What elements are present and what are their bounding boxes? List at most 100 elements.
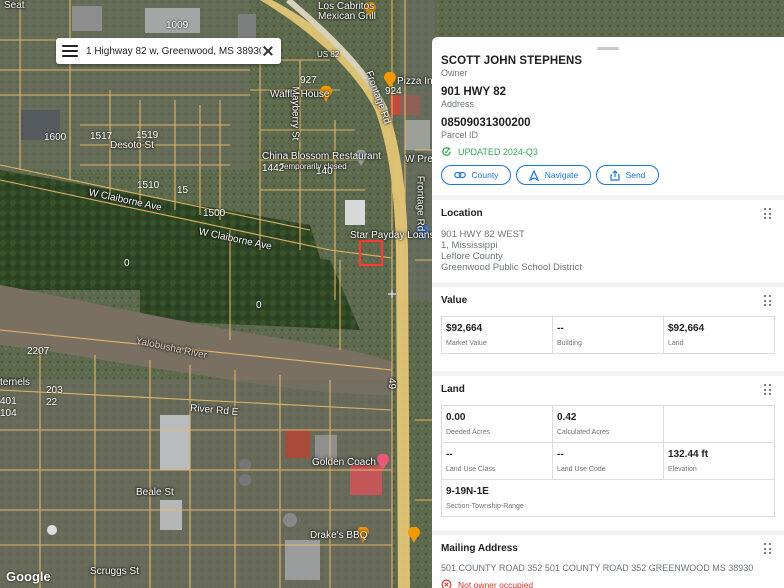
search-query[interactable]: 1 Highway 82 w, Greenwood, MS 38930 bbox=[86, 46, 261, 57]
action-buttons: County Navigate Send bbox=[441, 165, 775, 185]
building-value: -- bbox=[557, 323, 564, 334]
refresh-icon bbox=[442, 146, 451, 156]
value-title: Value bbox=[441, 295, 468, 306]
land-value-label: Land bbox=[668, 340, 684, 347]
value-cell: $92,664 Land bbox=[663, 316, 775, 354]
parcel-id: 08509031300200 bbox=[441, 117, 531, 129]
location-line: Leflore County bbox=[441, 251, 503, 262]
land-cell: 132.44 ft Elevation bbox=[663, 442, 775, 480]
land-cell: -- Land Use Code bbox=[552, 442, 664, 480]
parcel-number: 140 bbox=[316, 166, 333, 177]
google-logo: Google bbox=[6, 569, 51, 584]
parcel-number: 1517 bbox=[90, 131, 113, 142]
drag-handle-icon[interactable] bbox=[764, 543, 772, 555]
land-cell-empty bbox=[663, 405, 775, 443]
drag-handle-icon[interactable] bbox=[764, 384, 772, 396]
owner-name: SCOTT JOHN STEPHENS bbox=[441, 55, 583, 67]
map-label-scruggs-st: Scruggs St bbox=[90, 566, 139, 577]
map-label-us-82: US 82 bbox=[317, 50, 340, 59]
parcel-number: 203 bbox=[46, 385, 63, 396]
location-lines: 901 HWY 82 WEST 1, Mississippi Leflore C… bbox=[441, 229, 775, 273]
county-button[interactable]: County bbox=[441, 165, 511, 185]
address-label: Address bbox=[441, 99, 475, 109]
parcel-number: 927 bbox=[300, 75, 317, 86]
land-cell: 9-19N-1E Section-Township-Range bbox=[441, 479, 775, 517]
land-cell: 0.00 Deeded Acres bbox=[441, 405, 553, 443]
parcel-number: 1600 bbox=[44, 132, 67, 143]
map-label-star-payday: Star Payday Loans bbox=[350, 230, 435, 241]
mailing-address: 501 COUNTY ROAD 352 501 COUNTY ROAD 352 … bbox=[441, 563, 754, 573]
land-cell: 0.42 Calculated Acres bbox=[552, 405, 664, 443]
parcel-number: 0 bbox=[124, 258, 130, 269]
property-address: 901 HWY 82 bbox=[441, 86, 506, 98]
deeded-acres: 0.00 bbox=[446, 412, 466, 423]
restaurant-pin-icon[interactable] bbox=[408, 527, 420, 543]
map-label-temporarily-closed: Temporarily closed bbox=[280, 162, 347, 171]
parcel-id-label: Parcel ID bbox=[441, 130, 479, 140]
land-cell: -- Land Use Class bbox=[441, 442, 553, 480]
parcel-number: 401 bbox=[0, 396, 17, 407]
parcel-number: 0 bbox=[256, 300, 262, 311]
market-value-label: Market Value bbox=[446, 340, 487, 347]
parcel-number: 1510 bbox=[137, 180, 160, 191]
land-use-code-label: Land Use Code bbox=[557, 466, 606, 473]
navigate-button[interactable]: Navigate bbox=[516, 165, 591, 185]
location-line: 901 HWY 82 WEST bbox=[441, 229, 525, 240]
property-header: SCOTT JOHN STEPHENS Owner 901 HWY 82 Add… bbox=[432, 37, 784, 195]
search-bar[interactable]: 1 Highway 82 w, Greenwood, MS 38930 bbox=[56, 38, 281, 64]
map-label-mexican-grill: Mexican Grill bbox=[318, 11, 376, 22]
drag-handle-icon[interactable] bbox=[764, 295, 772, 307]
map-label-hwy-49: 49 bbox=[386, 377, 398, 390]
link-icon bbox=[453, 171, 466, 179]
map-label-ternels: ternels bbox=[0, 377, 31, 388]
not-allowed-icon bbox=[441, 579, 452, 588]
panel-drag-handle[interactable] bbox=[597, 47, 619, 50]
map-label-desoto: Desoto St bbox=[110, 140, 154, 151]
parcel-number: 2207 bbox=[27, 346, 50, 357]
parcel-number: 15 bbox=[177, 185, 189, 196]
land-use-code: -- bbox=[557, 449, 564, 460]
mailing-title: Mailing Address bbox=[441, 543, 518, 554]
parcel-number: 1442 bbox=[262, 163, 285, 174]
occupancy-text: Not owner occupied bbox=[458, 579, 534, 588]
mailing-section: Mailing Address 501 COUNTY ROAD 352 501 … bbox=[432, 535, 784, 588]
calculated-acres: 0.42 bbox=[557, 412, 577, 423]
land-section: Land 0.00 Deeded Acres 0.42 Calculated Acr… bbox=[432, 376, 784, 530]
map-label-frontage-rd-2: Frontage Rd bbox=[414, 175, 426, 232]
deeded-acres-label: Deeded Acres bbox=[446, 429, 490, 436]
property-panel[interactable]: SCOTT JOHN STEPHENS Owner 901 HWY 82 Add… bbox=[432, 37, 784, 588]
send-button[interactable]: Send bbox=[596, 165, 659, 185]
value-section: Value $92,664 Market Value -- Building $92… bbox=[432, 287, 784, 371]
location-section: Location 901 HWY 82 WEST 1, Mississippi … bbox=[432, 200, 784, 282]
drag-handle-icon[interactable] bbox=[764, 208, 772, 220]
shopping-pin-icon[interactable] bbox=[377, 454, 389, 470]
county-button-label: County bbox=[471, 170, 499, 180]
elevation-label: Elevation bbox=[668, 466, 697, 473]
map-label-mayberry: Mayberry St bbox=[289, 86, 301, 141]
map-label-beale-st: Beale St bbox=[136, 487, 174, 498]
share-icon bbox=[609, 169, 620, 181]
updated-text: UPDATED 2024-Q3 bbox=[458, 146, 538, 157]
calculated-acres-label: Calculated Acres bbox=[557, 429, 610, 436]
map-label-golden-coach: Golden Coach bbox=[312, 457, 376, 468]
location-line: Greenwood Public School District bbox=[441, 262, 582, 273]
building-value-label: Building bbox=[557, 340, 582, 347]
send-button-label: Send bbox=[625, 170, 646, 180]
section-township-range: 9-19N-1E bbox=[446, 486, 489, 497]
section-township-range-label: Section-Township-Range bbox=[446, 503, 524, 510]
map-label-seat: Seat bbox=[4, 0, 25, 11]
close-icon[interactable] bbox=[261, 44, 275, 58]
hamburger-menu-icon[interactable] bbox=[62, 45, 78, 57]
value-table: $92,664 Market Value -- Building $92,664 La… bbox=[441, 316, 775, 354]
parcel-number: 1519 bbox=[136, 130, 159, 141]
location-title: Location bbox=[441, 208, 483, 219]
market-value: $92,664 bbox=[446, 323, 483, 334]
elevation: 132.44 ft bbox=[668, 449, 709, 460]
parcel-number: 22 bbox=[46, 397, 58, 408]
updated-status: UPDATED 2024-Q3 bbox=[441, 146, 775, 157]
value-cell: $92,664 Market Value bbox=[441, 316, 553, 354]
land-title: Land bbox=[441, 384, 465, 395]
land-use-class: -- bbox=[446, 449, 453, 460]
navigate-button-label: Navigate bbox=[544, 170, 579, 180]
owner-label: Owner bbox=[441, 68, 468, 78]
